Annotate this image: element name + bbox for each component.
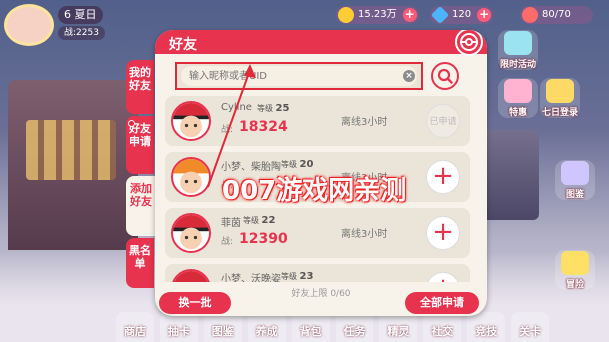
tab-friend-requests[interactable]: 好友申请	[126, 116, 154, 174]
watermark-text: 007游戏网亲测	[222, 176, 407, 206]
gift-icon	[504, 79, 532, 103]
notification-dot	[128, 120, 135, 127]
diamond-icon	[430, 5, 450, 25]
diamond-plus-button[interactable]: +	[477, 8, 492, 22]
applied-badge: 已申请	[426, 104, 460, 138]
nav-train[interactable]: 养成	[247, 312, 286, 342]
gold-plus-button[interactable]: +	[402, 8, 417, 22]
diamond-amount: 120	[452, 9, 472, 20]
energy-icon	[522, 7, 538, 23]
friend-name: 小梦、沃晚姿	[221, 274, 281, 282]
shop-building	[8, 80, 138, 250]
trainer-avatar[interactable]	[171, 213, 211, 253]
pokeball-close-icon	[460, 33, 478, 51]
nav-pokedex[interactable]: 图鉴	[203, 312, 242, 342]
misty-face-icon	[173, 159, 209, 194]
nav-arena[interactable]: 竞技	[467, 312, 506, 342]
trainer-face-icon	[173, 215, 209, 250]
limited-event-button[interactable]: 限时活动	[498, 30, 538, 70]
trainer-face-icon	[173, 103, 209, 138]
panel-header	[155, 30, 487, 54]
nav-social[interactable]: 社交	[423, 312, 462, 342]
search-icon	[437, 68, 453, 84]
friend-status: 离线3小时	[341, 117, 388, 128]
adventure-button[interactable]: 冒险	[555, 250, 595, 290]
friend-power: 12390	[239, 231, 288, 247]
friend-status: 离线3小时	[341, 229, 388, 240]
energy-amount: 80/70	[542, 9, 571, 20]
search-box: ×	[175, 62, 423, 90]
energy-resource: 80/70	[520, 6, 593, 24]
seven-day-login-button[interactable]: 七日登录	[540, 78, 580, 118]
calendar-icon	[546, 79, 574, 103]
friend-name: 菲茵	[221, 218, 241, 229]
clock-icon	[504, 31, 532, 55]
trainer-face-icon	[173, 271, 209, 282]
nav-bag[interactable]: 背包	[291, 312, 330, 342]
tab-my-friends[interactable]: 我的好友	[126, 60, 154, 114]
search-input[interactable]	[181, 66, 417, 86]
tab-blacklist[interactable]: 黑名单	[126, 238, 154, 288]
friend-power: 18324	[239, 119, 288, 135]
nav-shop[interactable]: 商店	[116, 312, 154, 342]
list-item: Cyline 等级 25 战: 18324 离线3小时 已申请	[165, 96, 470, 146]
list-item: 菲茵 等级 22 战: 12390 离线3小时 +	[165, 208, 470, 258]
trainer-avatar[interactable]	[171, 101, 211, 141]
gold-amount: 15.23万	[358, 9, 397, 20]
refresh-button[interactable]: 换一批	[159, 292, 231, 314]
book-icon	[561, 161, 589, 185]
player-level: 6	[64, 8, 71, 21]
special-offer-button[interactable]: 特惠	[498, 78, 538, 118]
nav-spirit[interactable]: 精灵	[379, 312, 418, 342]
friend-level: 等级 20	[281, 159, 314, 170]
apply-all-button[interactable]: 全部申请	[405, 292, 479, 314]
tab-add-friend[interactable]: 添加好友	[126, 176, 156, 236]
trainer-avatar[interactable]	[171, 269, 211, 282]
friend-level: 等级 25	[257, 103, 290, 114]
list-item: 小梦、沃晚姿 等级 23 +	[165, 264, 470, 282]
gold-resource: 15.23万 +	[336, 6, 419, 24]
nav-gacha[interactable]: 抽卡	[159, 312, 198, 342]
pikachu-icon	[561, 251, 589, 275]
nav-task[interactable]: 任务	[335, 312, 374, 342]
panel-title: 好友	[169, 37, 197, 53]
power-label: 战:	[221, 125, 234, 135]
gold-coin-icon	[338, 7, 354, 23]
search-button[interactable]	[431, 62, 459, 90]
player-title: 夏日	[74, 8, 97, 21]
friend-name: Cyline	[221, 102, 252, 113]
add-friend-button[interactable]: +	[426, 272, 460, 282]
player-avatar[interactable]	[4, 4, 54, 46]
add-friend-button[interactable]: +	[426, 216, 460, 250]
add-friend-button[interactable]: +	[426, 160, 460, 194]
clear-icon[interactable]: ×	[403, 70, 415, 82]
player-level-badge: 6 夏日	[58, 6, 103, 24]
trainer-avatar[interactable]	[171, 157, 211, 197]
player-power: 战:2253	[58, 26, 105, 40]
friend-level: 等级 23	[281, 271, 314, 282]
pokedex-button[interactable]: 图鉴	[555, 160, 595, 200]
diamond-resource: 120 +	[430, 5, 494, 25]
friend-level: 等级 22	[243, 215, 276, 226]
power-label: 战:	[221, 237, 234, 247]
bottom-nav: 商店 抽卡 图鉴 养成 背包 任务 精灵 社交 竞技 关卡	[110, 312, 550, 342]
nav-stage[interactable]: 关卡	[511, 312, 550, 342]
